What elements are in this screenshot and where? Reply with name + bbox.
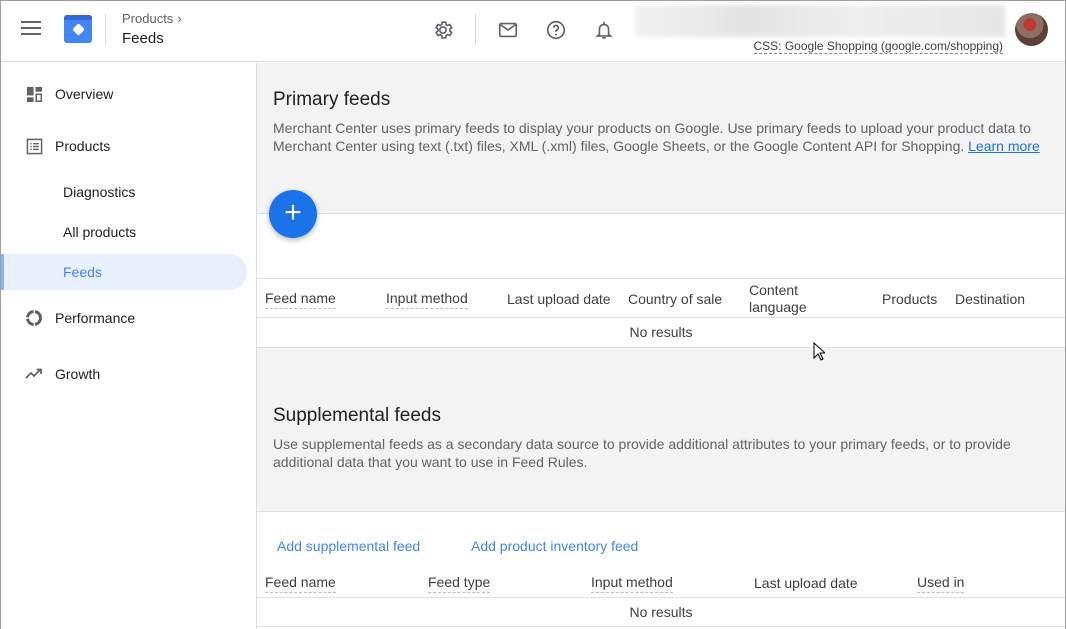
sidebar-item-label: Growth <box>55 366 101 382</box>
sidebar-item-diagnostics[interactable]: Diagnostics <box>1 174 247 210</box>
supplemental-feeds-title: Supplemental feeds <box>273 405 441 426</box>
notifications-icon[interactable] <box>592 18 616 42</box>
chevron-right-icon: › <box>177 11 182 26</box>
column-input-method[interactable]: Input method <box>591 574 673 593</box>
row-divider <box>257 347 1065 348</box>
breadcrumb-parent[interactable]: Products <box>122 11 173 26</box>
sidebar-item-label: Feeds <box>63 264 102 280</box>
column-feed-name[interactable]: Feed name <box>265 574 336 593</box>
column-used-in[interactable]: Used in <box>917 574 965 593</box>
trending-up-icon <box>25 365 43 383</box>
add-supplemental-feed-button[interactable]: Add supplemental feed <box>277 538 420 554</box>
primary-feeds-description-text: Merchant Center uses primary feeds to di… <box>273 120 1031 154</box>
list-icon <box>25 137 43 155</box>
sidebar-item-performance[interactable]: Performance <box>1 300 247 336</box>
primary-feeds-description: Merchant Center uses primary feeds to di… <box>273 119 1043 155</box>
learn-more-link[interactable]: Learn more <box>968 138 1040 154</box>
row-divider <box>257 626 1065 627</box>
page-title: Feeds <box>122 30 164 47</box>
column-destination: Destination <box>955 291 1026 307</box>
sidebar-item-growth[interactable]: Growth <box>1 356 247 392</box>
mouse-cursor-icon <box>813 341 827 366</box>
donut-icon <box>25 309 43 327</box>
primary-table-header: Feed name Input method Last upload date … <box>257 278 1065 318</box>
sidebar-item-feeds[interactable]: Feeds <box>1 254 247 290</box>
add-primary-feed-button[interactable]: + <box>269 190 317 238</box>
column-last-upload-date: Last upload date <box>754 575 858 591</box>
supplemental-feeds-table: Add supplemental feed Add product invent… <box>257 511 1065 629</box>
column-feed-type[interactable]: Feed type <box>428 574 491 593</box>
settings-icon[interactable] <box>431 18 455 42</box>
column-input-method[interactable]: Input method <box>386 290 468 309</box>
sidebar-nav: Overview Products Diagnostics All produc… <box>1 63 257 629</box>
sidebar-item-label: All products <box>63 224 137 240</box>
dashboard-icon <box>25 85 43 103</box>
sidebar-item-label: Overview <box>55 86 114 102</box>
sidebar-item-overview[interactable]: Overview <box>1 76 247 112</box>
account-info-blurred <box>635 5 1005 37</box>
help-icon[interactable] <box>544 18 568 42</box>
column-feed-name[interactable]: Feed name <box>265 290 336 309</box>
top-app-bar: Products › Feeds CSS: Google Shopping (go… <box>1 1 1065 62</box>
breadcrumb[interactable]: Products › <box>122 11 182 26</box>
menu-icon[interactable] <box>21 21 41 37</box>
supplemental-table-header: Feed name Feed type Input method Last up… <box>257 568 1065 598</box>
primary-feeds-table: Feed name Input method Last upload date … <box>257 213 1065 348</box>
header-divider <box>105 14 106 45</box>
mail-icon[interactable] <box>496 18 520 42</box>
sidebar-item-products[interactable]: Products <box>1 128 247 164</box>
account-css-label[interactable]: CSS: Google Shopping (google.com/shoppin… <box>753 39 1003 54</box>
avatar[interactable] <box>1015 13 1048 46</box>
merchant-center-logo[interactable] <box>64 15 92 43</box>
supplemental-no-results: No results <box>629 604 693 620</box>
sidebar-item-label: Products <box>55 138 111 154</box>
column-country-of-sale: Country of sale <box>628 291 723 307</box>
sidebar-item-all-products[interactable]: All products <box>1 214 247 250</box>
sidebar-item-label: Performance <box>55 310 136 326</box>
supplemental-feeds-description: Use supplemental feeds as a secondary da… <box>273 436 1011 470</box>
add-product-inventory-feed-button[interactable]: Add product inventory feed <box>471 538 638 554</box>
icon-divider <box>475 14 476 45</box>
primary-no-results: No results <box>629 324 693 340</box>
primary-feeds-title: Primary feeds <box>273 89 391 110</box>
sidebar-item-label: Diagnostics <box>63 184 136 200</box>
column-last-upload-date: Last upload date <box>507 291 611 307</box>
column-content-language: Content language <box>749 282 807 315</box>
main-content: Primary feeds Merchant Center uses prima… <box>257 63 1065 629</box>
column-products: Products <box>882 291 938 307</box>
